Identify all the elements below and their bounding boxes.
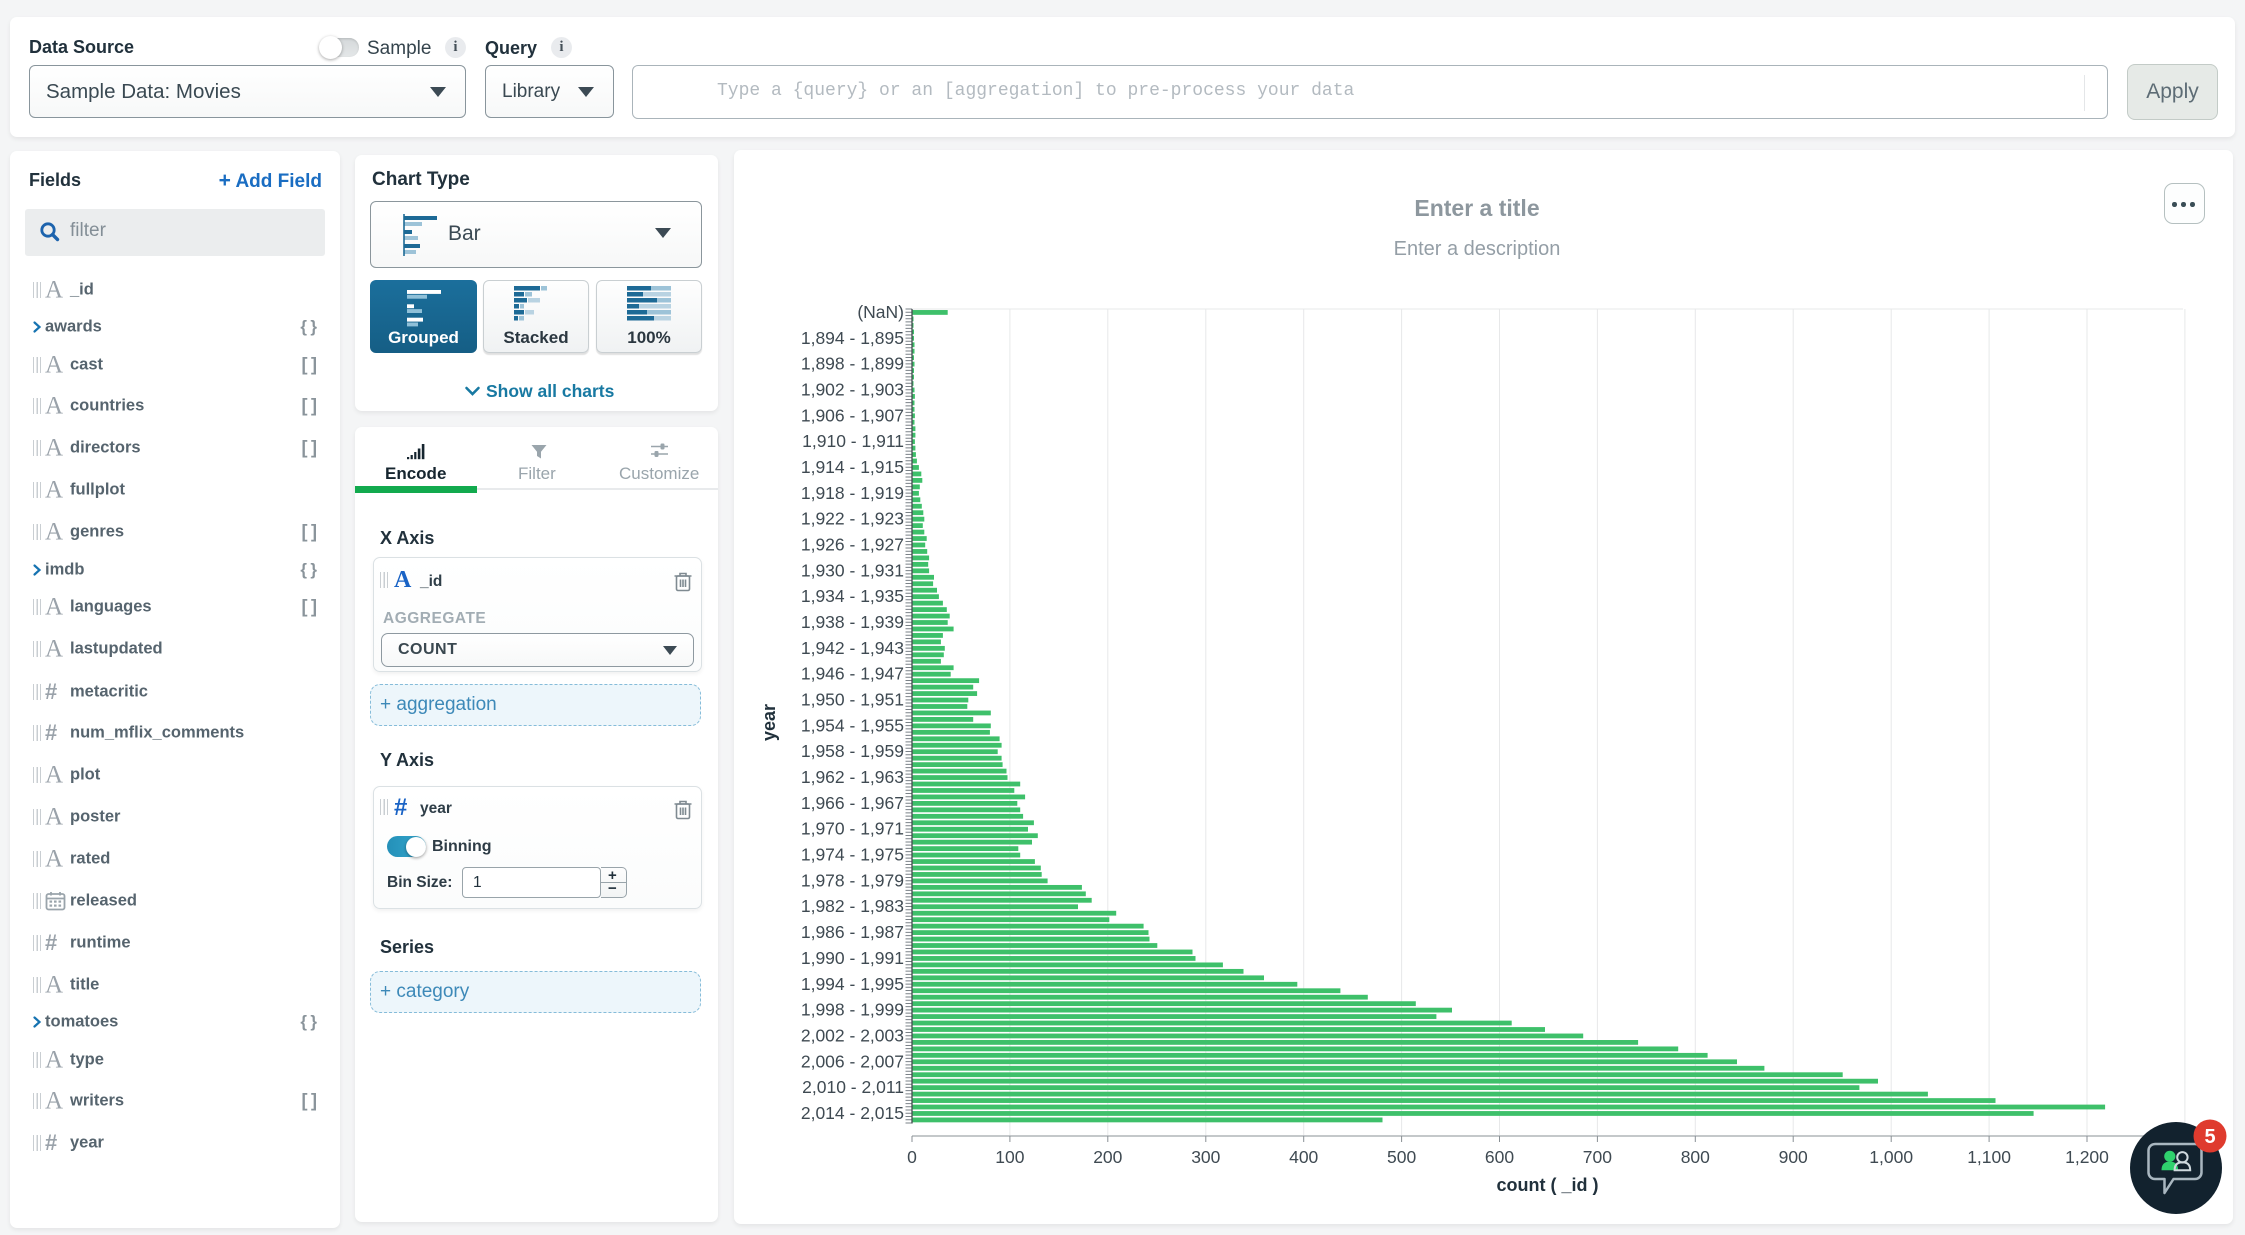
svg-text:2,010 - 2,011: 2,010 - 2,011 bbox=[802, 1077, 904, 1097]
svg-text:1,974 - 1,975: 1,974 - 1,975 bbox=[801, 845, 904, 865]
svg-text:300: 300 bbox=[1191, 1147, 1220, 1167]
svg-text:1,966 - 1,967: 1,966 - 1,967 bbox=[801, 793, 904, 813]
svg-text:900: 900 bbox=[1779, 1147, 1808, 1167]
svg-text:2,002 - 2,003: 2,002 - 2,003 bbox=[801, 1026, 904, 1046]
svg-text:year: year bbox=[759, 704, 779, 741]
svg-text:0: 0 bbox=[907, 1147, 917, 1167]
svg-text:1,922 - 1,923: 1,922 - 1,923 bbox=[801, 509, 904, 529]
svg-text:800: 800 bbox=[1681, 1147, 1710, 1167]
svg-text:400: 400 bbox=[1289, 1147, 1318, 1167]
svg-text:1,000: 1,000 bbox=[1869, 1147, 1913, 1167]
svg-text:1,910 - 1,911: 1,910 - 1,911 bbox=[802, 431, 904, 451]
svg-text:1,100: 1,100 bbox=[1967, 1147, 2011, 1167]
svg-text:1,994 - 1,995: 1,994 - 1,995 bbox=[801, 974, 904, 994]
svg-text:1,902 - 1,903: 1,902 - 1,903 bbox=[801, 379, 904, 399]
svg-text:1,954 - 1,955: 1,954 - 1,955 bbox=[801, 715, 904, 735]
svg-text:1,998 - 1,999: 1,998 - 1,999 bbox=[801, 1000, 904, 1020]
svg-text:1,978 - 1,979: 1,978 - 1,979 bbox=[801, 870, 904, 890]
svg-text:2,014 - 2,015: 2,014 - 2,015 bbox=[801, 1103, 904, 1123]
svg-text:1,906 - 1,907: 1,906 - 1,907 bbox=[801, 405, 904, 425]
svg-text:1,970 - 1,971: 1,970 - 1,971 bbox=[801, 819, 904, 839]
svg-text:1,938 - 1,939: 1,938 - 1,939 bbox=[801, 612, 904, 632]
svg-text:200: 200 bbox=[1093, 1147, 1122, 1167]
svg-text:1,926 - 1,927: 1,926 - 1,927 bbox=[801, 535, 904, 555]
svg-text:1,934 - 1,935: 1,934 - 1,935 bbox=[801, 586, 904, 606]
svg-text:1,930 - 1,931: 1,930 - 1,931 bbox=[801, 560, 904, 580]
svg-text:1,918 - 1,919: 1,918 - 1,919 bbox=[801, 483, 904, 503]
svg-text:100: 100 bbox=[995, 1147, 1024, 1167]
svg-text:1,990 - 1,991: 1,990 - 1,991 bbox=[801, 948, 904, 968]
svg-text:600: 600 bbox=[1485, 1147, 1514, 1167]
svg-text:1,946 - 1,947: 1,946 - 1,947 bbox=[801, 664, 904, 684]
svg-text:1,200: 1,200 bbox=[2065, 1147, 2109, 1167]
svg-text:1,950 - 1,951: 1,950 - 1,951 bbox=[801, 690, 904, 710]
svg-text:1,894 - 1,895: 1,894 - 1,895 bbox=[801, 328, 904, 348]
svg-text:(NaN): (NaN) bbox=[857, 302, 904, 322]
svg-text:2,006 - 2,007: 2,006 - 2,007 bbox=[801, 1051, 904, 1071]
svg-text:1,958 - 1,959: 1,958 - 1,959 bbox=[801, 741, 904, 761]
svg-text:count ( _id ): count ( _id ) bbox=[1497, 1175, 1599, 1195]
svg-text:1,898 - 1,899: 1,898 - 1,899 bbox=[801, 354, 904, 374]
svg-text:1,986 - 1,987: 1,986 - 1,987 bbox=[801, 922, 904, 942]
svg-text:1,982 - 1,983: 1,982 - 1,983 bbox=[801, 896, 904, 916]
svg-text:1,914 - 1,915: 1,914 - 1,915 bbox=[801, 457, 904, 477]
svg-text:5: 5 bbox=[2204, 1126, 2215, 1148]
svg-text:500: 500 bbox=[1387, 1147, 1416, 1167]
svg-text:700: 700 bbox=[1583, 1147, 1612, 1167]
svg-text:1,942 - 1,943: 1,942 - 1,943 bbox=[801, 638, 904, 658]
svg-text:1,962 - 1,963: 1,962 - 1,963 bbox=[801, 767, 904, 787]
